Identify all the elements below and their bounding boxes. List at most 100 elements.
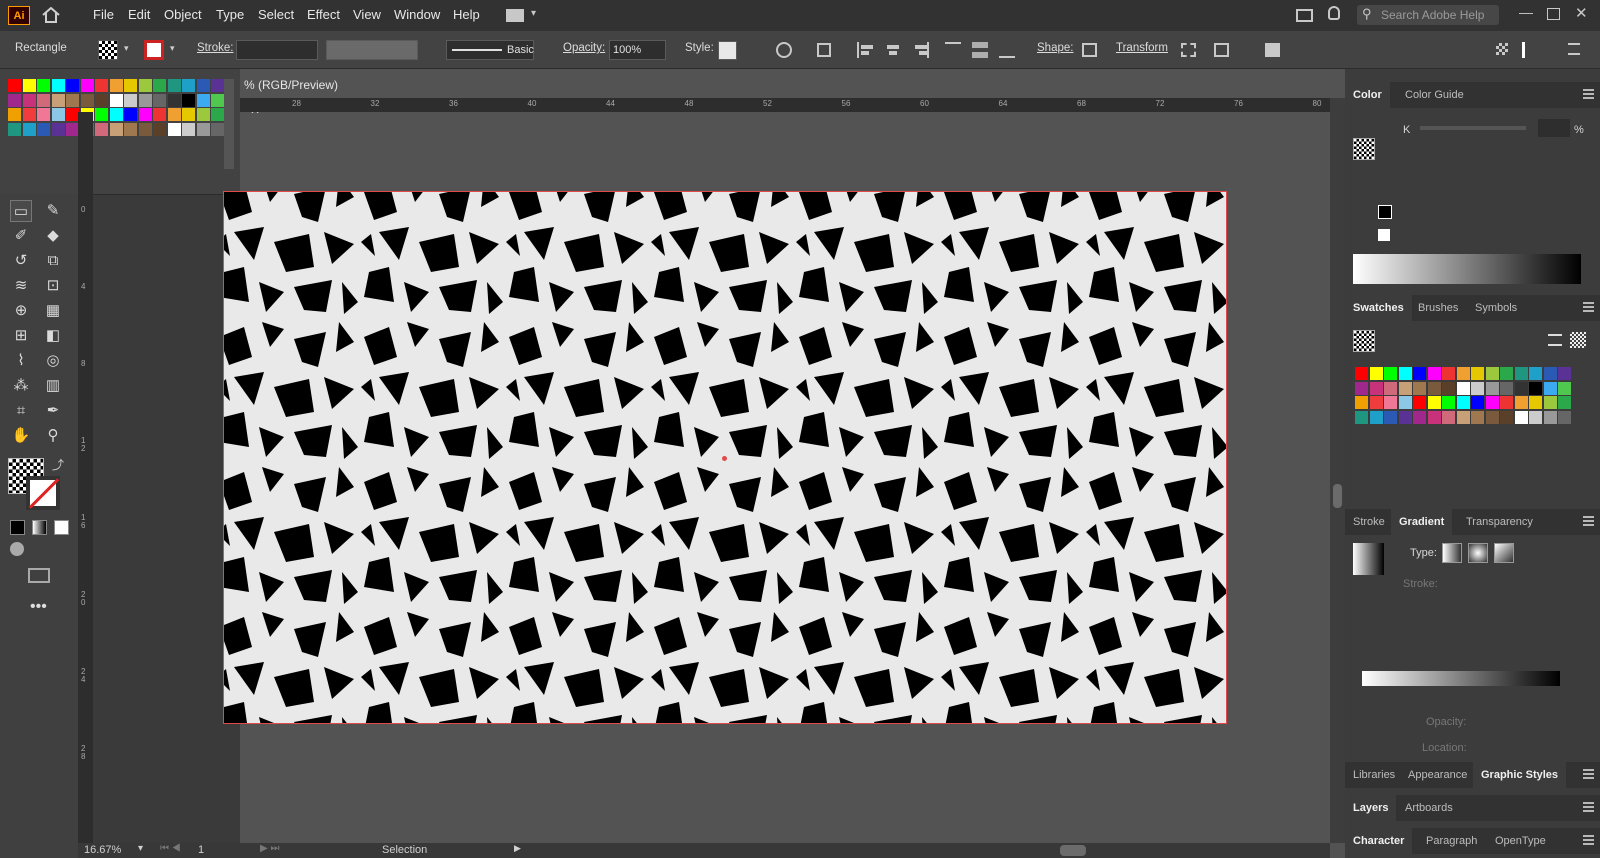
color-swatch[interactable] xyxy=(1543,410,1557,424)
color-swatch[interactable] xyxy=(51,122,65,136)
panel-menu-icon[interactable] xyxy=(1568,43,1580,55)
shaper-tool-icon[interactable]: ✐ xyxy=(10,225,32,247)
color-swatch[interactable] xyxy=(182,79,195,92)
stroke-weight-field[interactable] xyxy=(236,40,318,60)
home-icon[interactable] xyxy=(42,6,60,23)
menu-select[interactable]: Select xyxy=(258,7,294,22)
color-swatch[interactable] xyxy=(1543,367,1557,380)
tab-libraries[interactable]: Libraries xyxy=(1345,762,1403,788)
color-swatch[interactable] xyxy=(182,108,195,121)
list-view-icon[interactable] xyxy=(1548,334,1562,346)
color-swatch[interactable] xyxy=(1529,396,1542,409)
color-swatch[interactable] xyxy=(95,122,108,136)
color-swatch[interactable] xyxy=(124,79,137,92)
align-to-icon[interactable] xyxy=(817,43,831,57)
color-swatch[interactable] xyxy=(1369,367,1383,380)
color-swatch[interactable] xyxy=(182,122,195,136)
color-swatch[interactable] xyxy=(1500,396,1513,409)
color-swatch[interactable] xyxy=(1514,410,1528,424)
lightbulb-icon[interactable] xyxy=(1328,6,1340,20)
transform-label[interactable]: Transform xyxy=(1116,42,1168,54)
stroke-indicator[interactable] xyxy=(26,476,60,510)
color-swatch[interactable] xyxy=(109,108,123,121)
color-swatch[interactable] xyxy=(1442,381,1455,395)
linear-gradient-icon[interactable] xyxy=(1442,543,1462,563)
color-swatch[interactable] xyxy=(196,93,210,107)
color-swatch[interactable] xyxy=(1413,396,1426,409)
color-swatch[interactable] xyxy=(1398,367,1412,380)
color-swatch[interactable] xyxy=(138,79,152,92)
menu-file[interactable]: File xyxy=(93,7,114,22)
align-right-icon[interactable] xyxy=(913,42,929,58)
variable-width-profile[interactable] xyxy=(326,40,418,60)
menu-effect[interactable]: Effect xyxy=(307,7,340,22)
panel-menu-icon[interactable] xyxy=(1583,516,1594,526)
color-swatch[interactable] xyxy=(1427,381,1441,395)
color-swatch[interactable] xyxy=(1456,367,1470,380)
color-swatch[interactable] xyxy=(1442,367,1455,380)
color-swatch[interactable] xyxy=(1369,410,1383,424)
eyedropper-icon[interactable]: ⌇ xyxy=(10,350,32,372)
recolor-icon[interactable] xyxy=(776,42,792,58)
panel-toggle-icon[interactable] xyxy=(1522,42,1538,58)
color-swatch[interactable] xyxy=(1413,410,1426,424)
more-tools-icon[interactable]: ••• xyxy=(30,598,47,616)
color-swatch[interactable] xyxy=(1529,367,1542,380)
draw-mode-icon[interactable] xyxy=(10,542,24,556)
color-swatch[interactable] xyxy=(1456,410,1470,424)
tab-stroke[interactable]: Stroke xyxy=(1345,509,1393,535)
color-swatch[interactable] xyxy=(109,122,123,136)
color-swatch[interactable] xyxy=(153,79,166,92)
eraser-tool-icon[interactable]: ◆ xyxy=(42,225,64,247)
pathfinder-icon[interactable] xyxy=(1265,43,1280,57)
color-swatch[interactable] xyxy=(211,122,224,136)
color-swatch[interactable] xyxy=(22,108,36,121)
color-swatch[interactable] xyxy=(1500,367,1513,380)
tab-brushes[interactable]: Brushes xyxy=(1410,295,1466,321)
color-swatch[interactable] xyxy=(1442,410,1455,424)
color-swatch[interactable] xyxy=(196,108,210,121)
arrange-icon[interactable] xyxy=(1296,9,1313,22)
color-swatch[interactable] xyxy=(80,79,94,92)
free-transform-icon[interactable]: ⊡ xyxy=(42,275,64,297)
color-swatch[interactable] xyxy=(1413,381,1426,395)
color-swatch[interactable] xyxy=(1355,381,1368,395)
color-swatch[interactable] xyxy=(138,93,152,107)
panel-menu-icon[interactable] xyxy=(1583,802,1594,812)
color-swatch[interactable] xyxy=(95,93,108,107)
color-swatch[interactable] xyxy=(1427,410,1441,424)
color-swatch[interactable] xyxy=(1398,381,1412,395)
color-swatch[interactable] xyxy=(124,93,137,107)
color-swatch[interactable] xyxy=(1558,410,1571,424)
color-swatch[interactable] xyxy=(1384,381,1397,395)
symbol-sprayer-icon[interactable]: ⁂ xyxy=(10,375,32,397)
gradient-tool-icon[interactable]: ◧ xyxy=(42,325,64,347)
color-swatch[interactable] xyxy=(1384,410,1397,424)
color-swatch[interactable] xyxy=(8,93,21,107)
color-swatch[interactable] xyxy=(167,93,181,107)
search-input[interactable]: Search Adobe Help xyxy=(1357,5,1499,25)
graph-tool-icon[interactable]: ▥ xyxy=(42,375,64,397)
black-swatch[interactable] xyxy=(1378,205,1392,219)
color-swatch[interactable] xyxy=(124,122,137,136)
align-left-icon[interactable] xyxy=(857,42,873,58)
pen-tool-icon[interactable]: ✒ xyxy=(42,400,64,422)
tab-artboards[interactable]: Artboards xyxy=(1397,795,1461,821)
color-swatch[interactable] xyxy=(1355,367,1368,380)
color-swatch[interactable] xyxy=(1471,381,1484,395)
color-swatch[interactable] xyxy=(1529,410,1542,424)
color-mode-icon[interactable] xyxy=(10,520,25,535)
style-swatch[interactable] xyxy=(718,41,737,60)
document-tab[interactable]: % (RGB/Preview) ✕ xyxy=(240,73,352,117)
first-page-icon[interactable]: ⏮ ◀ xyxy=(160,843,181,854)
tab-transparency[interactable]: Transparency xyxy=(1458,509,1541,535)
color-swatch[interactable] xyxy=(1456,381,1470,395)
panel-menu-icon[interactable] xyxy=(1583,302,1594,312)
vertical-scrollbar[interactable] xyxy=(1330,98,1345,843)
color-swatch[interactable] xyxy=(1558,367,1571,380)
isolate-icon[interactable] xyxy=(1214,43,1229,57)
color-swatch[interactable] xyxy=(1471,410,1484,424)
brush-tool-icon[interactable]: ✎ xyxy=(42,200,64,222)
shape-bounds-icon[interactable] xyxy=(1082,43,1097,57)
color-swatch[interactable] xyxy=(1384,396,1397,409)
